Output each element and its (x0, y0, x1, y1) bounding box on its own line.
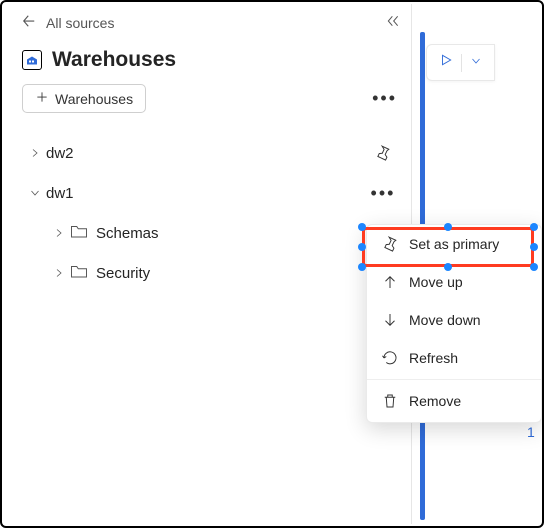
separator (461, 54, 462, 72)
add-warehouse-label: Warehouses (55, 91, 133, 107)
line-number: 1 (527, 424, 535, 440)
breadcrumb-label[interactable]: All sources (46, 15, 385, 31)
row-more-icon[interactable]: ••• (369, 183, 397, 204)
tree-label: Security (96, 265, 397, 282)
warehouse-icon (22, 50, 42, 70)
menu-label: Set as primary (409, 236, 499, 252)
toolbar-row: Warehouses ••• (4, 78, 411, 123)
menu-move-up[interactable]: Move up (367, 263, 541, 301)
chevron-down-icon[interactable] (470, 54, 482, 72)
app-frame: All sources Warehouses Warehouses ••• (0, 0, 544, 528)
menu-label: Move up (409, 274, 463, 290)
chevron-down-icon[interactable] (24, 187, 46, 199)
pin-icon[interactable] (369, 144, 397, 162)
breadcrumb-row: All sources (4, 10, 411, 36)
menu-remove[interactable]: Remove (367, 382, 541, 420)
back-arrow-icon[interactable] (20, 12, 38, 35)
collapse-panel-icon[interactable] (385, 13, 401, 34)
play-icon[interactable] (439, 53, 453, 72)
tree-item-dw2[interactable]: dw2 (24, 133, 397, 173)
page-title: Warehouses (52, 48, 176, 72)
menu-label: Refresh (409, 350, 458, 366)
tree-item-schemas[interactable]: Schemas (24, 213, 397, 253)
menu-separator (367, 379, 541, 380)
menu-label: Move down (409, 312, 481, 328)
chevron-right-icon[interactable] (48, 267, 70, 279)
sidebar-panel: All sources Warehouses Warehouses ••• (4, 4, 412, 524)
tree-label: Schemas (96, 225, 397, 242)
tree-item-security[interactable]: Security (24, 253, 397, 293)
menu-move-down[interactable]: Move down (367, 301, 541, 339)
plus-icon (35, 90, 49, 107)
menu-set-primary[interactable]: Set as primary (367, 225, 541, 263)
folder-icon (70, 223, 88, 243)
tree-label: dw1 (46, 185, 369, 202)
folder-icon (70, 263, 88, 283)
menu-refresh[interactable]: Refresh (367, 339, 541, 377)
toolbar-more-icon[interactable]: ••• (372, 88, 397, 109)
title-row: Warehouses (4, 36, 411, 78)
tree-label: dw2 (46, 145, 369, 162)
tree: dw2 dw1 ••• Schemas (4, 123, 411, 293)
menu-label: Remove (409, 393, 461, 409)
add-warehouse-button[interactable]: Warehouses (22, 84, 146, 113)
chevron-right-icon[interactable] (48, 227, 70, 239)
run-button-group (426, 44, 495, 81)
context-menu: Set as primary Move up Move down Refresh… (366, 224, 542, 423)
chevron-right-icon[interactable] (24, 147, 46, 159)
tree-item-dw1[interactable]: dw1 ••• (24, 173, 397, 213)
